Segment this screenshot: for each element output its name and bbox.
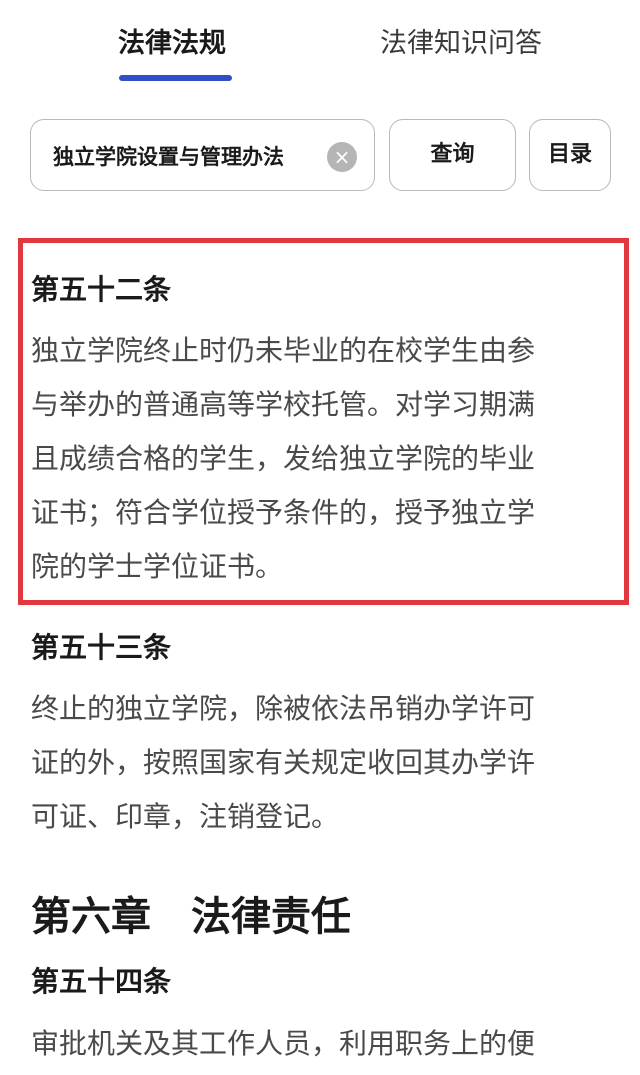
article-52-line: 独立学院终止时仍未毕业的在校学生由参 [31, 334, 536, 367]
article-title-52: 第五十二条 [31, 273, 172, 306]
article-52-line: 证书；符合学位授予条件的，授予独立学 [31, 496, 536, 529]
active-tab-indicator [119, 75, 232, 81]
article-52-line: 且成绩合格的学生，发给独立学院的毕业 [31, 442, 536, 475]
law-viewer-page: 法律法规 法律知识问答 × 查询 目录 第五十二条 独立学院终止时仍未毕业的在校… [0, 0, 640, 1075]
article-body-52: 独立学院终止时仍未毕业的在校学生由参 与举办的普通高等学校托管。对学习期满 且成… [31, 324, 611, 594]
article-title-53: 第五十三条 [31, 631, 172, 664]
tab-bar: 法律法规 法律知识问答 [0, 0, 640, 100]
tab-laws-regulations[interactable]: 法律法规 [118, 24, 226, 64]
article-body-54: 审批机关及其工作人员，利用职务上的便 [31, 1017, 611, 1071]
article-53-line: 终止的独立学院，除被依法吊销办学许可 [31, 692, 536, 725]
table-of-contents-button[interactable]: 目录 [529, 119, 611, 191]
query-button[interactable]: 查询 [389, 119, 516, 191]
article-54-line: 审批机关及其工作人员，利用职务上的便 [31, 1027, 536, 1060]
article-52-line: 院的学士学位证书。 [31, 550, 284, 583]
article-53-line: 证的外，按照国家有关规定收回其办学许 [31, 746, 536, 779]
search-input[interactable] [53, 138, 328, 174]
article-52-line: 与举办的普通高等学校托管。对学习期满 [31, 388, 536, 421]
chapter-title: 第六章 法律责任 [31, 894, 351, 940]
article-body-53: 终止的独立学院，除被依法吊销办学许可 证的外，按照国家有关规定收回其办学许 可证… [31, 682, 611, 844]
clear-search-icon[interactable]: × [327, 142, 357, 172]
search-box: × [30, 119, 375, 191]
article-53-line: 可证、印章，注销登记。 [31, 800, 340, 833]
tab-law-qa[interactable]: 法律知识问答 [380, 24, 542, 64]
article-title-54: 第五十四条 [31, 965, 172, 998]
